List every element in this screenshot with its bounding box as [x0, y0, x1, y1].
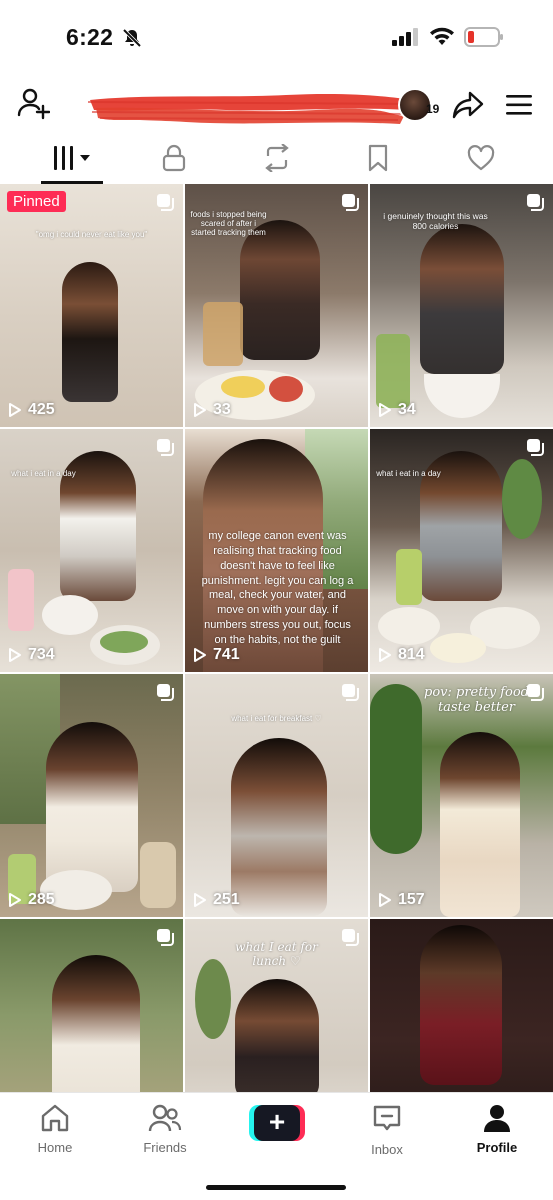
video-caption: foods i stopped being scared of after i …	[190, 210, 267, 238]
plus-icon: +	[254, 1105, 300, 1141]
battery-low-icon	[464, 26, 504, 53]
lock-icon	[162, 144, 186, 177]
videos-grid-icon	[52, 145, 94, 176]
view-count: 285	[8, 891, 55, 909]
video-caption: pov: pretty food taste better	[424, 685, 529, 715]
tab-private[interactable]	[154, 144, 194, 176]
nav-home-label: Home	[37, 1140, 73, 1155]
video-tile[interactable]: pov: pretty food taste better 157	[370, 674, 553, 917]
play-icon	[9, 893, 21, 907]
profile-header: 19	[0, 72, 553, 136]
view-count: 157	[378, 891, 425, 909]
play-icon	[379, 403, 391, 417]
video-tile[interactable]: what i eat in a day 734	[0, 429, 183, 672]
video-grid: Pinned "omg i could never eat like you" …	[0, 184, 553, 1092]
view-count: 741	[193, 646, 240, 664]
photo-carousel-icon	[155, 682, 175, 707]
video-tile[interactable]: what I eat for lunch ♡	[185, 919, 368, 1092]
inbox-icon	[371, 1105, 403, 1139]
menu-icon[interactable]	[506, 94, 532, 121]
photo-carousel-icon	[340, 192, 360, 217]
tab-reposts[interactable]	[257, 142, 297, 177]
add-friend-icon[interactable]	[16, 86, 51, 125]
repost-icon	[262, 142, 292, 177]
photo-carousel-icon	[155, 437, 175, 462]
photo-carousel-icon	[155, 927, 175, 952]
wifi-icon	[429, 26, 455, 51]
play-icon	[9, 403, 21, 417]
video-tile[interactable]: 285	[0, 674, 183, 917]
nav-inbox-label: Inbox	[371, 1142, 403, 1157]
play-icon	[194, 648, 206, 662]
friends-icon	[148, 1104, 182, 1137]
share-icon[interactable]	[452, 90, 484, 125]
photo-carousel-icon	[155, 192, 175, 217]
nav-inbox[interactable]: Inbox	[342, 1103, 432, 1157]
play-icon	[379, 648, 391, 662]
video-tile[interactable]	[370, 919, 553, 1092]
view-count: 251	[193, 891, 240, 909]
status-bar: 6:22	[0, 0, 553, 70]
nav-profile[interactable]: Profile	[452, 1103, 542, 1155]
view-count: 734	[8, 646, 55, 664]
photo-carousel-icon	[525, 192, 545, 217]
video-caption: what I eat for lunch ♡	[235, 940, 318, 968]
photo-carousel-icon	[340, 682, 360, 707]
username-redacted	[87, 93, 415, 124]
nav-home[interactable]: Home	[10, 1103, 100, 1155]
profile-icon	[482, 1105, 512, 1137]
pinned-badge: Pinned	[7, 191, 66, 212]
avatar-badge: 19	[426, 102, 440, 116]
nav-profile-label: Profile	[476, 1140, 518, 1155]
video-tile[interactable]: i genuinely thought this was 800 calorie…	[370, 184, 553, 427]
nav-friends[interactable]: Friends	[120, 1103, 210, 1155]
view-count: 34	[378, 401, 416, 419]
photo-carousel-icon	[340, 927, 360, 952]
view-count: 814	[378, 646, 425, 664]
photo-carousel-icon	[525, 437, 545, 462]
video-caption: my college canon event was realising tha…	[201, 530, 354, 646]
play-icon	[194, 403, 206, 417]
bell-muted-icon	[121, 27, 143, 54]
heart-icon	[467, 144, 495, 176]
video-tile[interactable]: what i eat for breakfast ♡ 251	[185, 674, 368, 917]
status-time: 6:22	[66, 24, 114, 50]
video-tile[interactable]: what i eat in a day 814	[370, 429, 553, 672]
bookmark-icon	[367, 144, 389, 177]
cellular-signal-icon	[392, 28, 420, 51]
play-icon	[194, 893, 206, 907]
video-caption: "omg i could never eat like you"	[35, 230, 148, 239]
profile-tabs	[0, 140, 553, 184]
video-caption: what i eat in a day	[11, 469, 76, 478]
video-tile[interactable]: my college canon event was realising tha…	[185, 429, 368, 672]
tab-videos[interactable]	[52, 144, 94, 176]
view-count: 33	[193, 401, 231, 419]
create-button[interactable]: +	[249, 1105, 305, 1141]
video-tile[interactable]	[0, 919, 183, 1092]
home-icon	[39, 1104, 71, 1137]
video-tile[interactable]: Pinned "omg i could never eat like you" …	[0, 184, 183, 427]
play-icon	[9, 648, 21, 662]
tab-saved[interactable]	[358, 144, 398, 176]
photo-carousel-icon	[525, 682, 545, 707]
view-count: 425	[8, 401, 55, 419]
tab-liked[interactable]	[461, 144, 501, 176]
home-indicator	[206, 1185, 346, 1190]
bottom-navigation: Home Friends + Inbox Profile	[0, 1092, 553, 1200]
play-icon	[379, 893, 391, 907]
nav-friends-label: Friends	[143, 1140, 187, 1155]
video-caption: what i eat for breakfast ♡	[231, 714, 322, 723]
video-caption: i genuinely thought this was 800 calorie…	[383, 211, 488, 231]
video-tile[interactable]: foods i stopped being scared of after i …	[185, 184, 368, 427]
video-caption: what i eat in a day	[376, 469, 441, 478]
